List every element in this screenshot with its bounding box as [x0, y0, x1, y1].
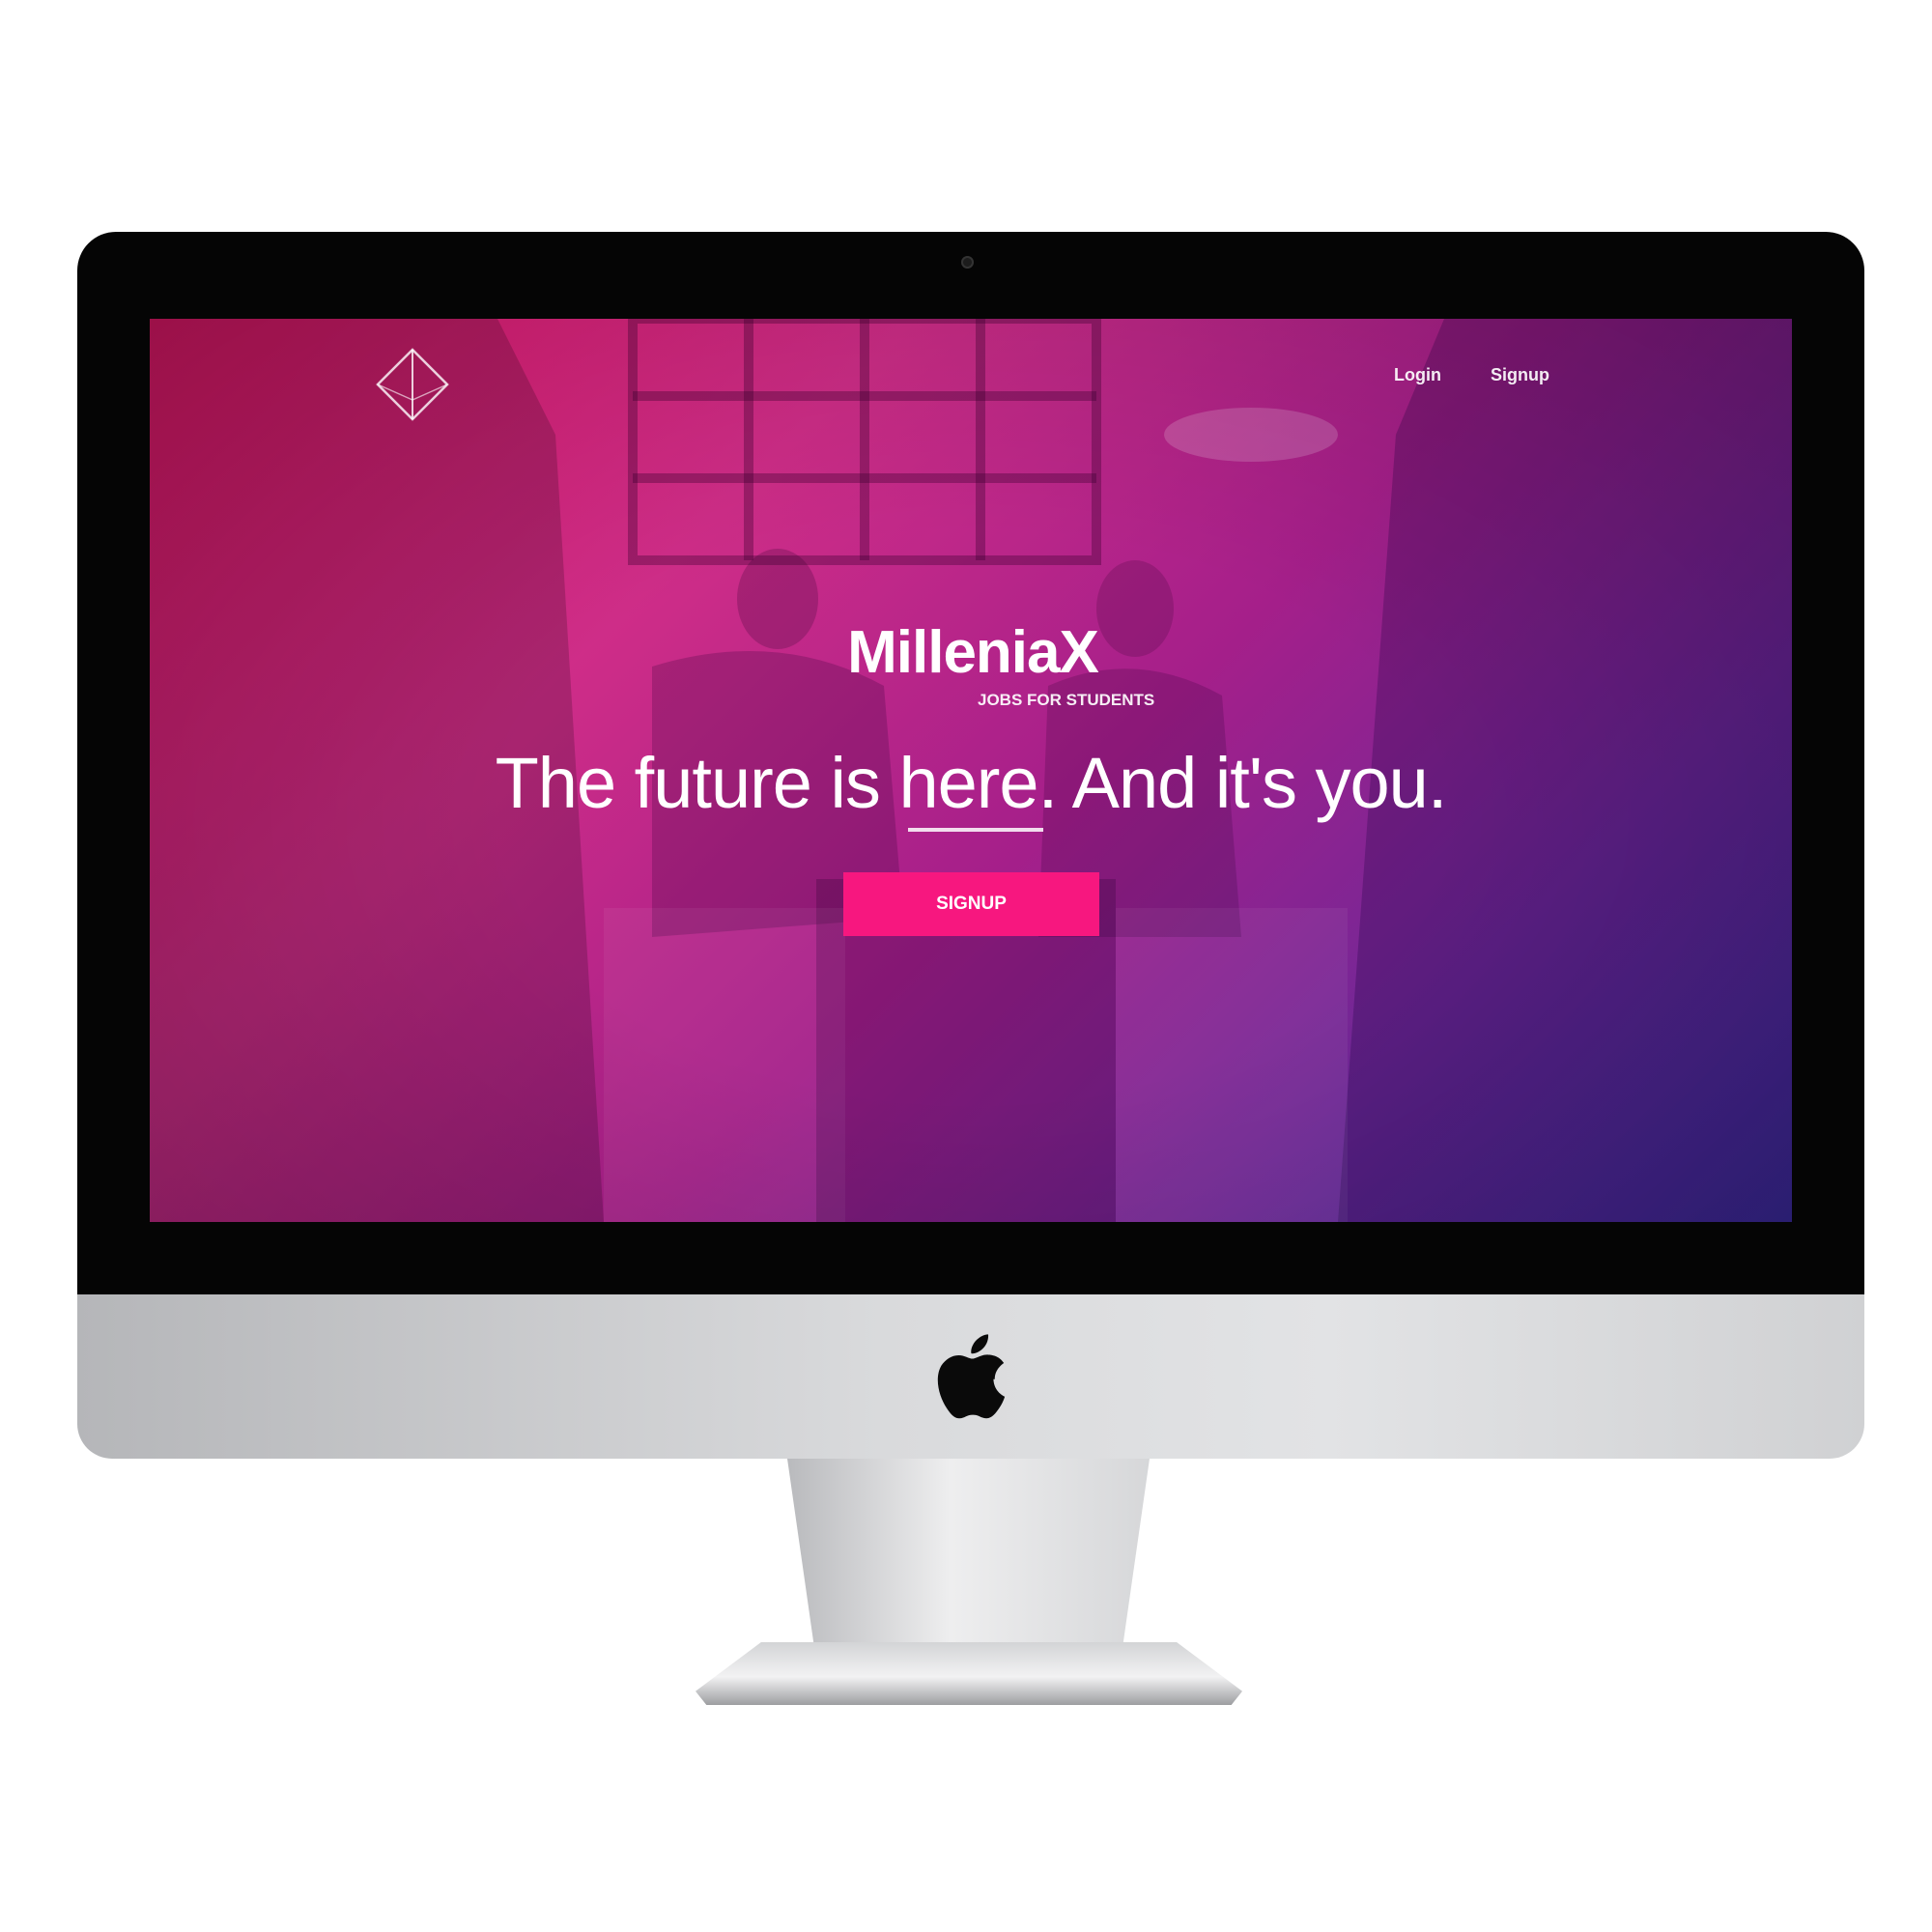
nav-signup-link[interactable]: Signup — [1491, 365, 1549, 385]
headline-part-2: . And it's you. — [1037, 743, 1448, 823]
apple-icon — [937, 1334, 1006, 1419]
brand-title: MilleniaX — [847, 619, 1099, 686]
webcam — [961, 256, 974, 269]
brand-subtitle: JOBS FOR STUDENTS — [978, 691, 1155, 709]
diamond-outline-icon[interactable] — [374, 346, 451, 423]
monitor-stand-base — [696, 1642, 1242, 1705]
website-viewport: Login Signup MilleniaX JOBS FOR STUDENTS… — [150, 319, 1792, 1222]
hero-headline: The future is here. And it's you. — [150, 742, 1792, 824]
signup-button[interactable]: SIGNUP — [843, 872, 1099, 936]
headline-emphasis: here — [898, 743, 1038, 823]
nav-login-link[interactable]: Login — [1394, 365, 1441, 385]
monitor-stand — [787, 1459, 1150, 1662]
headline-underline — [908, 828, 1043, 832]
imac-monitor: Login Signup MilleniaX JOBS FOR STUDENTS… — [0, 0, 1932, 1932]
headline-part-1: The future is — [495, 743, 899, 823]
